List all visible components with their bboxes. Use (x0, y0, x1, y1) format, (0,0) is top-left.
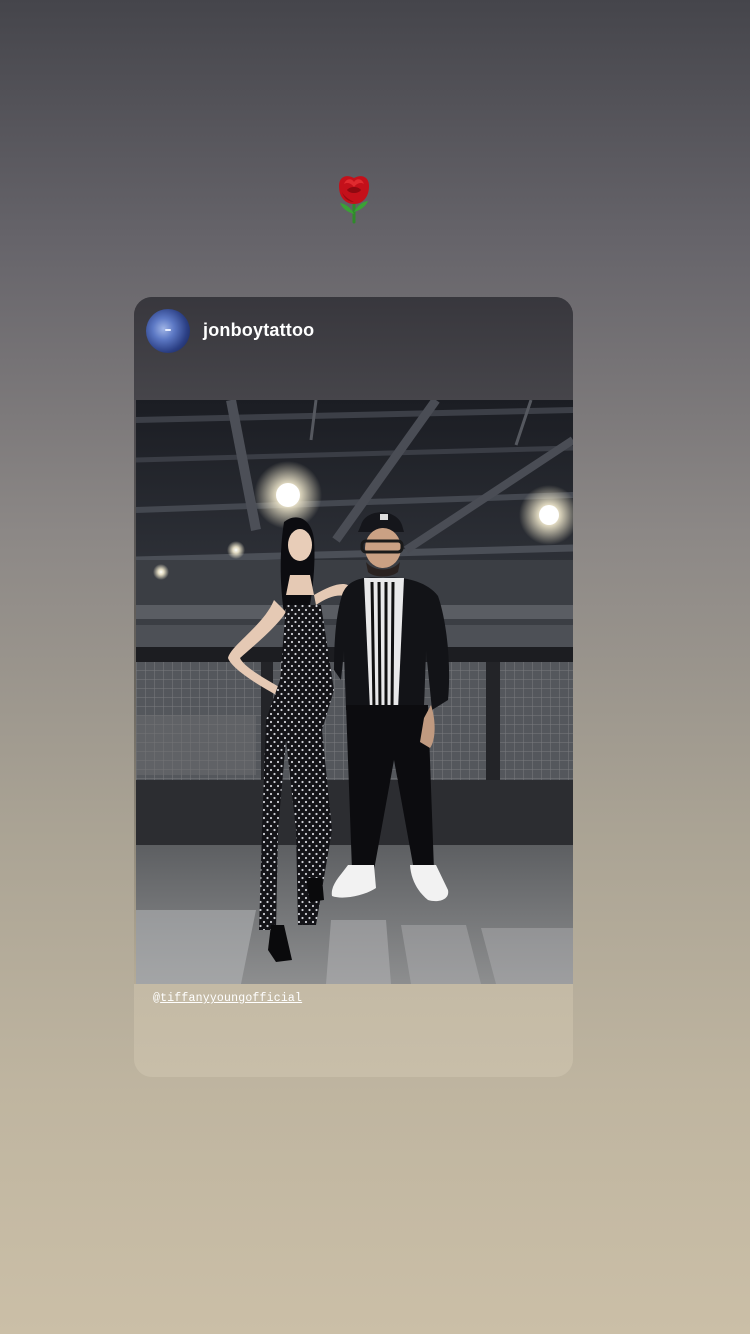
mention-handle[interactable]: tiffanyyoungofficial (160, 992, 302, 1005)
post-username[interactable]: jonboytattoo (203, 320, 314, 341)
post-header: jonboytattoo (134, 297, 573, 400)
avatar-icon[interactable] (146, 309, 190, 353)
shared-post-card[interactable]: jonboytattoo @tiffanyyoungofficial (134, 297, 573, 1077)
post-caption-area: @tiffanyyoungofficial (134, 984, 573, 1077)
post-photo[interactable] (136, 400, 573, 984)
rose-emoji-icon[interactable] (333, 172, 375, 224)
mention-tag[interactable]: @tiffanyyoungofficial (153, 992, 302, 1005)
